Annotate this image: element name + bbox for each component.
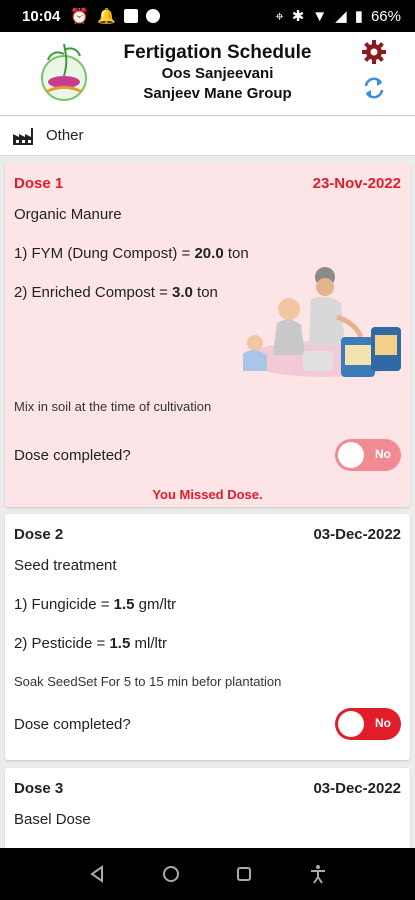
- toggle-knob: [338, 711, 364, 737]
- dose-completed-toggle[interactable]: No: [335, 708, 401, 740]
- dose-type: Seed treatment: [14, 557, 117, 574]
- dose-completed-row: Dose completed? No: [14, 439, 401, 471]
- factory-icon: [13, 127, 33, 145]
- dose-completed-label: Dose completed?: [14, 446, 131, 464]
- page-subtitle-2: Sanjeev Mane Group: [143, 85, 292, 102]
- dose-date: 03-Dec-2022: [313, 526, 401, 543]
- bell-icon: 🔔: [97, 8, 116, 25]
- app-notification-icon: [123, 9, 138, 23]
- status-bar: 10:04 ⏰ 🔔 ⌖ ✱ ▼ ◢ ▮ 66%: [0, 0, 415, 32]
- alarm-icon: ⏰: [70, 8, 90, 25]
- page-title: Fertigation Schedule: [123, 42, 312, 63]
- dose-date: 23-Nov-2022: [312, 175, 401, 192]
- dose-completed-label: Dose completed?: [14, 715, 131, 733]
- battery-percent: 66%: [370, 7, 401, 25]
- location-icon: ⌖: [275, 7, 284, 25]
- settings-button[interactable]: [360, 38, 388, 66]
- accessibility-button[interactable]: [304, 860, 332, 888]
- app-logo: [41, 43, 87, 101]
- accessibility-icon: [311, 865, 326, 884]
- dose-note: Mix in soil at the time of cultivation: [14, 399, 212, 414]
- sync-icon: [364, 77, 384, 99]
- home-button[interactable]: [157, 860, 185, 888]
- dose-card-2: Dose 2 03-Dec-2022 Seed treatment 1) Fun…: [5, 514, 410, 760]
- dose-completed-row: Dose completed? No: [14, 708, 401, 740]
- signal-icon: ◢: [335, 8, 347, 25]
- gear-icon: [362, 40, 386, 64]
- wifi-icon: ▼: [312, 7, 328, 25]
- recents-button[interactable]: [230, 860, 258, 888]
- dose-card-1: Dose 1 23-Nov-2022 Organic Manure 1) FYM…: [5, 163, 410, 507]
- dose-item: 1) FYM (Dung Compost) = 20.0 ton: [14, 245, 249, 262]
- system-nav-bar: [0, 848, 415, 900]
- battery-icon: ▮: [354, 8, 363, 25]
- home-icon: [162, 866, 179, 882]
- farmers-illustration: [243, 267, 401, 377]
- missed-dose-message: You Missed Dose.: [152, 487, 263, 502]
- dose-type: Organic Manure: [14, 206, 122, 223]
- dose-type: Basel Dose: [14, 811, 91, 828]
- dose-title: Dose 2: [14, 526, 64, 543]
- dose-item: 2) Pesticide = 1.5 ml/ltr: [14, 635, 167, 652]
- dose-title: Dose 3: [14, 780, 64, 797]
- dose-date: 03-Dec-2022: [313, 780, 401, 797]
- dose-item: 1) Fungicide = 1.5 gm/ltr: [14, 596, 177, 613]
- refresh-button[interactable]: [360, 74, 388, 102]
- crop-label: Other: [46, 127, 84, 144]
- back-button[interactable]: [83, 860, 111, 888]
- dose-title: Dose 1: [14, 175, 64, 192]
- dose-list[interactable]: Dose 1 23-Nov-2022 Organic Manure 1) FYM…: [0, 158, 415, 848]
- toggle-label: No: [375, 447, 391, 461]
- notification-dot-icon: [145, 9, 160, 23]
- status-time: 10:04: [22, 7, 61, 25]
- back-icon: [90, 865, 103, 883]
- toggle-knob: [338, 442, 364, 468]
- crop-selector[interactable]: Other: [0, 116, 415, 156]
- dose-card-3: Dose 3 03-Dec-2022 Basel Dose: [5, 768, 410, 848]
- dose-completed-toggle[interactable]: No: [335, 439, 401, 471]
- dose-note: Soak SeedSet For 5 to 15 min befor plant…: [14, 674, 282, 689]
- toggle-label: No: [375, 716, 391, 730]
- page-subtitle-1: Oos Sanjeevani: [161, 65, 274, 82]
- app-header: Fertigation Schedule Oos Sanjeevani Sanj…: [0, 32, 415, 116]
- bluetooth-icon: ✱: [291, 8, 305, 25]
- recents-icon: [237, 867, 252, 881]
